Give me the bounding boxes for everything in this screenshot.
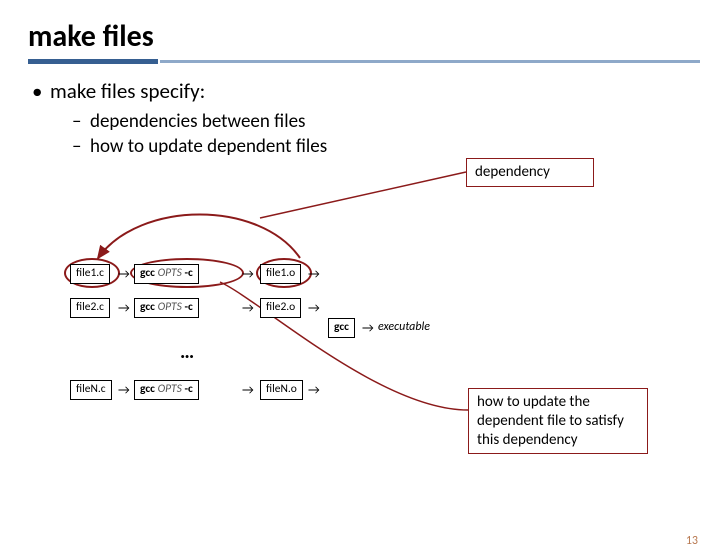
bullet2a-text: dependencies between files [90, 110, 305, 133]
ellipsis: … [180, 340, 194, 364]
callout-dependency: dependency [466, 158, 594, 187]
node-file2c: file2.c [70, 298, 110, 318]
arrow-icon: → [118, 384, 130, 397]
arrow-icon: → [242, 302, 254, 315]
bullet-level2-b: –how to update dependent files [72, 135, 692, 158]
arrow-icon: → [242, 268, 254, 281]
arrow-icon: → [308, 268, 320, 281]
bullet2b-text: how to update dependent files [90, 135, 327, 158]
arrow-icon: → [308, 302, 320, 315]
bullet-level2-a: –dependencies between files [72, 110, 692, 133]
arrow-icon: → [242, 384, 254, 397]
node-file1c: file1.c [70, 264, 110, 284]
node-gcc-1: gcc OPTS -c [134, 264, 199, 284]
callout-update: how to update the dependent file to sati… [468, 388, 648, 454]
node-executable: executable [378, 320, 430, 334]
bullet-level1: •make files specify: [32, 78, 692, 104]
node-fileNo: fileN.o [260, 380, 303, 400]
title-rule [28, 59, 692, 64]
bullet1-text: make files specify: [50, 78, 205, 104]
node-file2o: file2.o [260, 298, 301, 318]
node-gcc-link: gcc [328, 318, 355, 338]
page-number: 13 [686, 534, 698, 548]
node-file1o: file1.o [260, 264, 301, 284]
arrow-icon: → [118, 268, 130, 281]
arrow-icon: → [308, 384, 320, 397]
arrow-icon: → [118, 302, 130, 315]
node-fileNc: fileN.c [70, 380, 112, 400]
node-gcc-N: gcc OPTS -c [134, 380, 199, 400]
slide-title: make files [28, 18, 692, 55]
node-gcc-2: gcc OPTS -c [134, 298, 199, 318]
build-diagram: file1.c → gcc OPTS -c → file1.o file2.c … [70, 240, 450, 430]
arrow-icon: → [362, 322, 374, 335]
